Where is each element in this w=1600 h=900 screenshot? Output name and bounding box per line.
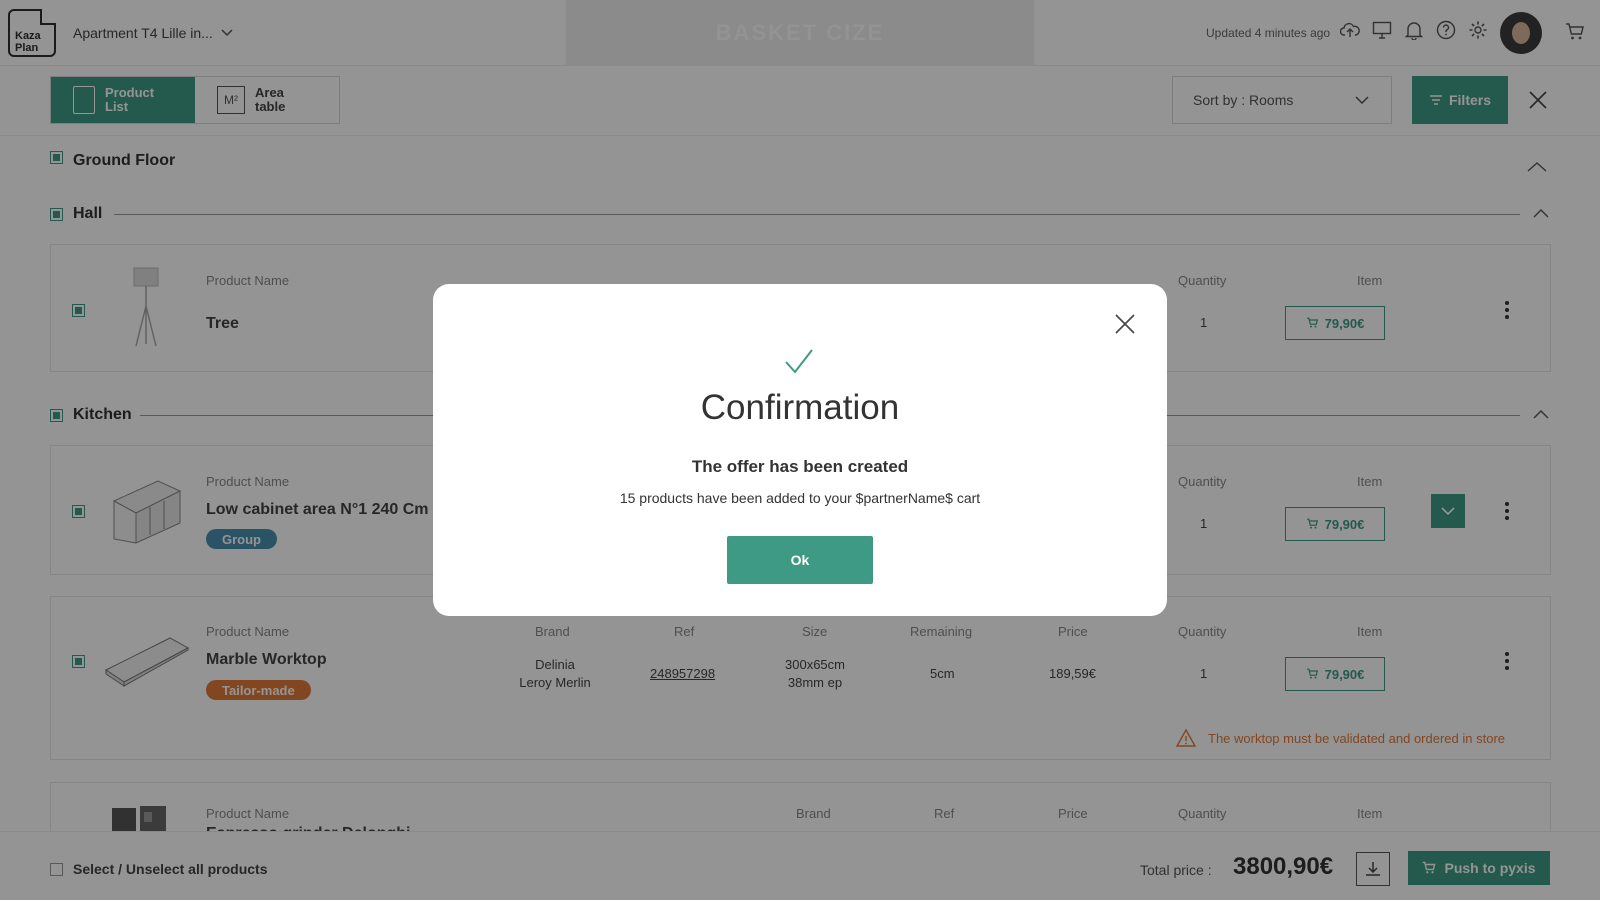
dialog-subtitle: The offer has been created — [691, 457, 909, 476]
ok-button[interactable]: Ok — [727, 536, 873, 584]
dialog-message: 15 products have been added to your $par… — [619, 490, 981, 506]
confirmation-dialog: Confirmation The offer has been created … — [433, 284, 1167, 616]
checkmark-icon — [785, 349, 813, 374]
close-icon[interactable] — [1111, 310, 1139, 338]
dialog-title: Confirmation — [700, 388, 900, 427]
